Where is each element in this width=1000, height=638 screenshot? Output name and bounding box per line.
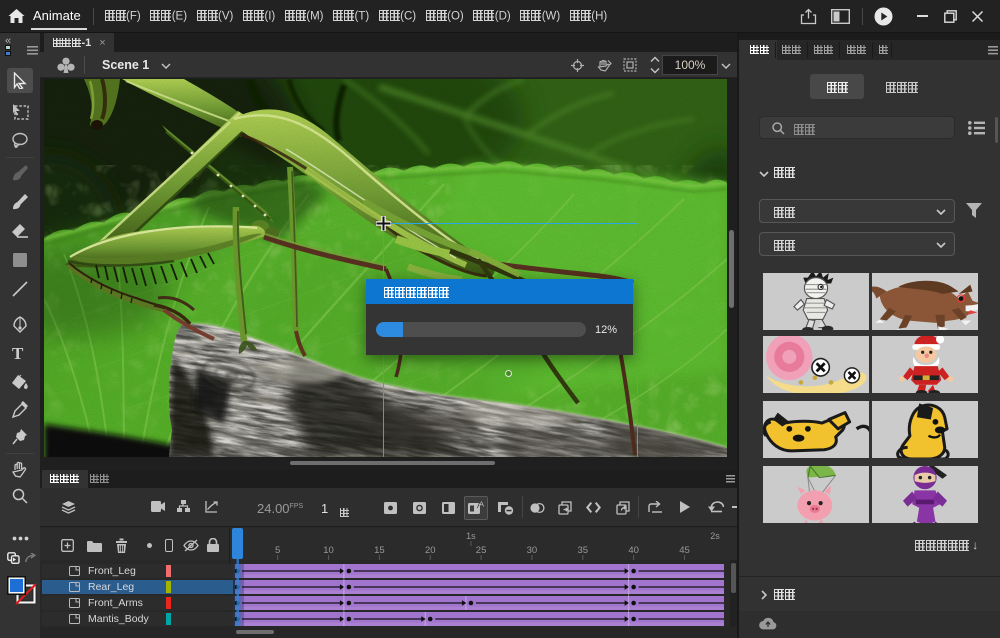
svg-text:35: 35 (577, 545, 588, 556)
svg-text:1s: 1s (466, 531, 476, 541)
svg-text:A: A (479, 500, 484, 509)
svg-text:10: 10 (323, 545, 334, 556)
svg-text:45: 45 (679, 545, 690, 556)
svg-text:30: 30 (527, 545, 538, 556)
svg-text:2s: 2s (710, 531, 720, 541)
svg-text:15: 15 (374, 545, 385, 556)
svg-text:20: 20 (425, 545, 436, 556)
svg-text:5: 5 (275, 545, 280, 556)
svg-text:40: 40 (628, 545, 639, 556)
svg-text:25: 25 (476, 545, 487, 556)
